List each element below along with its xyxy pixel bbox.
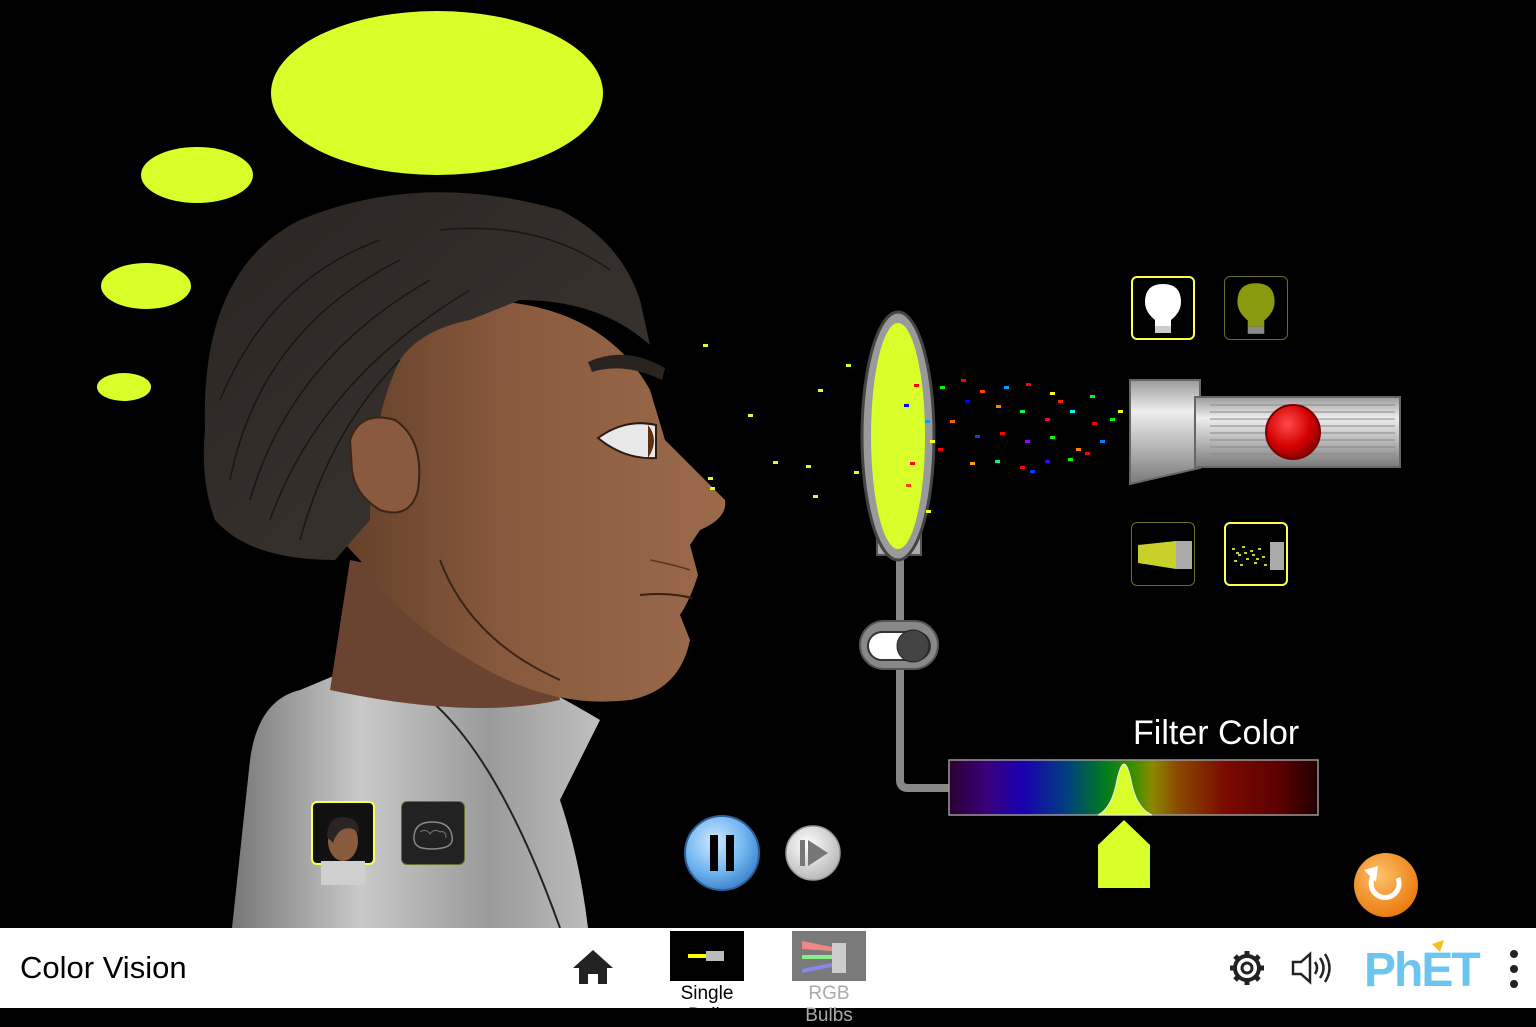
brain-view-button[interactable] [401, 801, 465, 865]
simulation-area: Filter Color Color Vision Single Bulb RG… [0, 0, 1536, 1026]
tab-rgb-bulbs[interactable]: RGB Bulbs [784, 930, 874, 1026]
white-bulb-icon [1145, 284, 1181, 333]
solid-beam-icon [1138, 541, 1192, 569]
gear-icon[interactable] [1228, 949, 1266, 987]
tab-single-bulb[interactable]: Single Bulb [662, 930, 752, 1026]
filter-color-slider-thumb[interactable] [1098, 820, 1150, 888]
filtered-photons [703, 344, 859, 498]
kebab-menu-icon[interactable] [1506, 948, 1522, 990]
photon-beam-icon [1232, 542, 1284, 570]
color-filter [860, 310, 950, 792]
photon-mode-button[interactable] [1224, 522, 1288, 586]
filter-toggle-switch[interactable] [859, 620, 939, 670]
rgb-bulbs-screen-icon [792, 931, 866, 981]
filter-color-label: Filter Color [1133, 714, 1300, 752]
beam-mode-button[interactable] [1131, 522, 1195, 586]
home-icon[interactable] [570, 946, 616, 986]
white-bulb-button[interactable] [1131, 276, 1195, 340]
reset-all-button[interactable] [1354, 853, 1418, 917]
phet-logo[interactable]: PhET [1362, 940, 1494, 992]
colored-bulb-icon [1237, 283, 1275, 334]
pause-button[interactable] [684, 815, 760, 891]
colored-bulb-button[interactable] [1224, 276, 1288, 340]
white-light-photons [904, 379, 1123, 513]
tab-rgb-bulbs-label: RGB Bulbs [805, 983, 853, 1026]
flashlight-power-button[interactable] [1265, 404, 1321, 460]
person-icon [321, 817, 365, 885]
head-view-button[interactable] [311, 801, 375, 885]
step-forward-button[interactable] [785, 825, 841, 881]
svg-text:PhET: PhET [1364, 944, 1480, 992]
speaker-icon[interactable] [1290, 950, 1334, 986]
single-bulb-screen-icon [670, 931, 744, 981]
tab-single-bulb-label: Single Bulb [680, 983, 734, 1026]
sim-title: Color Vision [20, 950, 187, 985]
brain-icon [413, 821, 454, 850]
